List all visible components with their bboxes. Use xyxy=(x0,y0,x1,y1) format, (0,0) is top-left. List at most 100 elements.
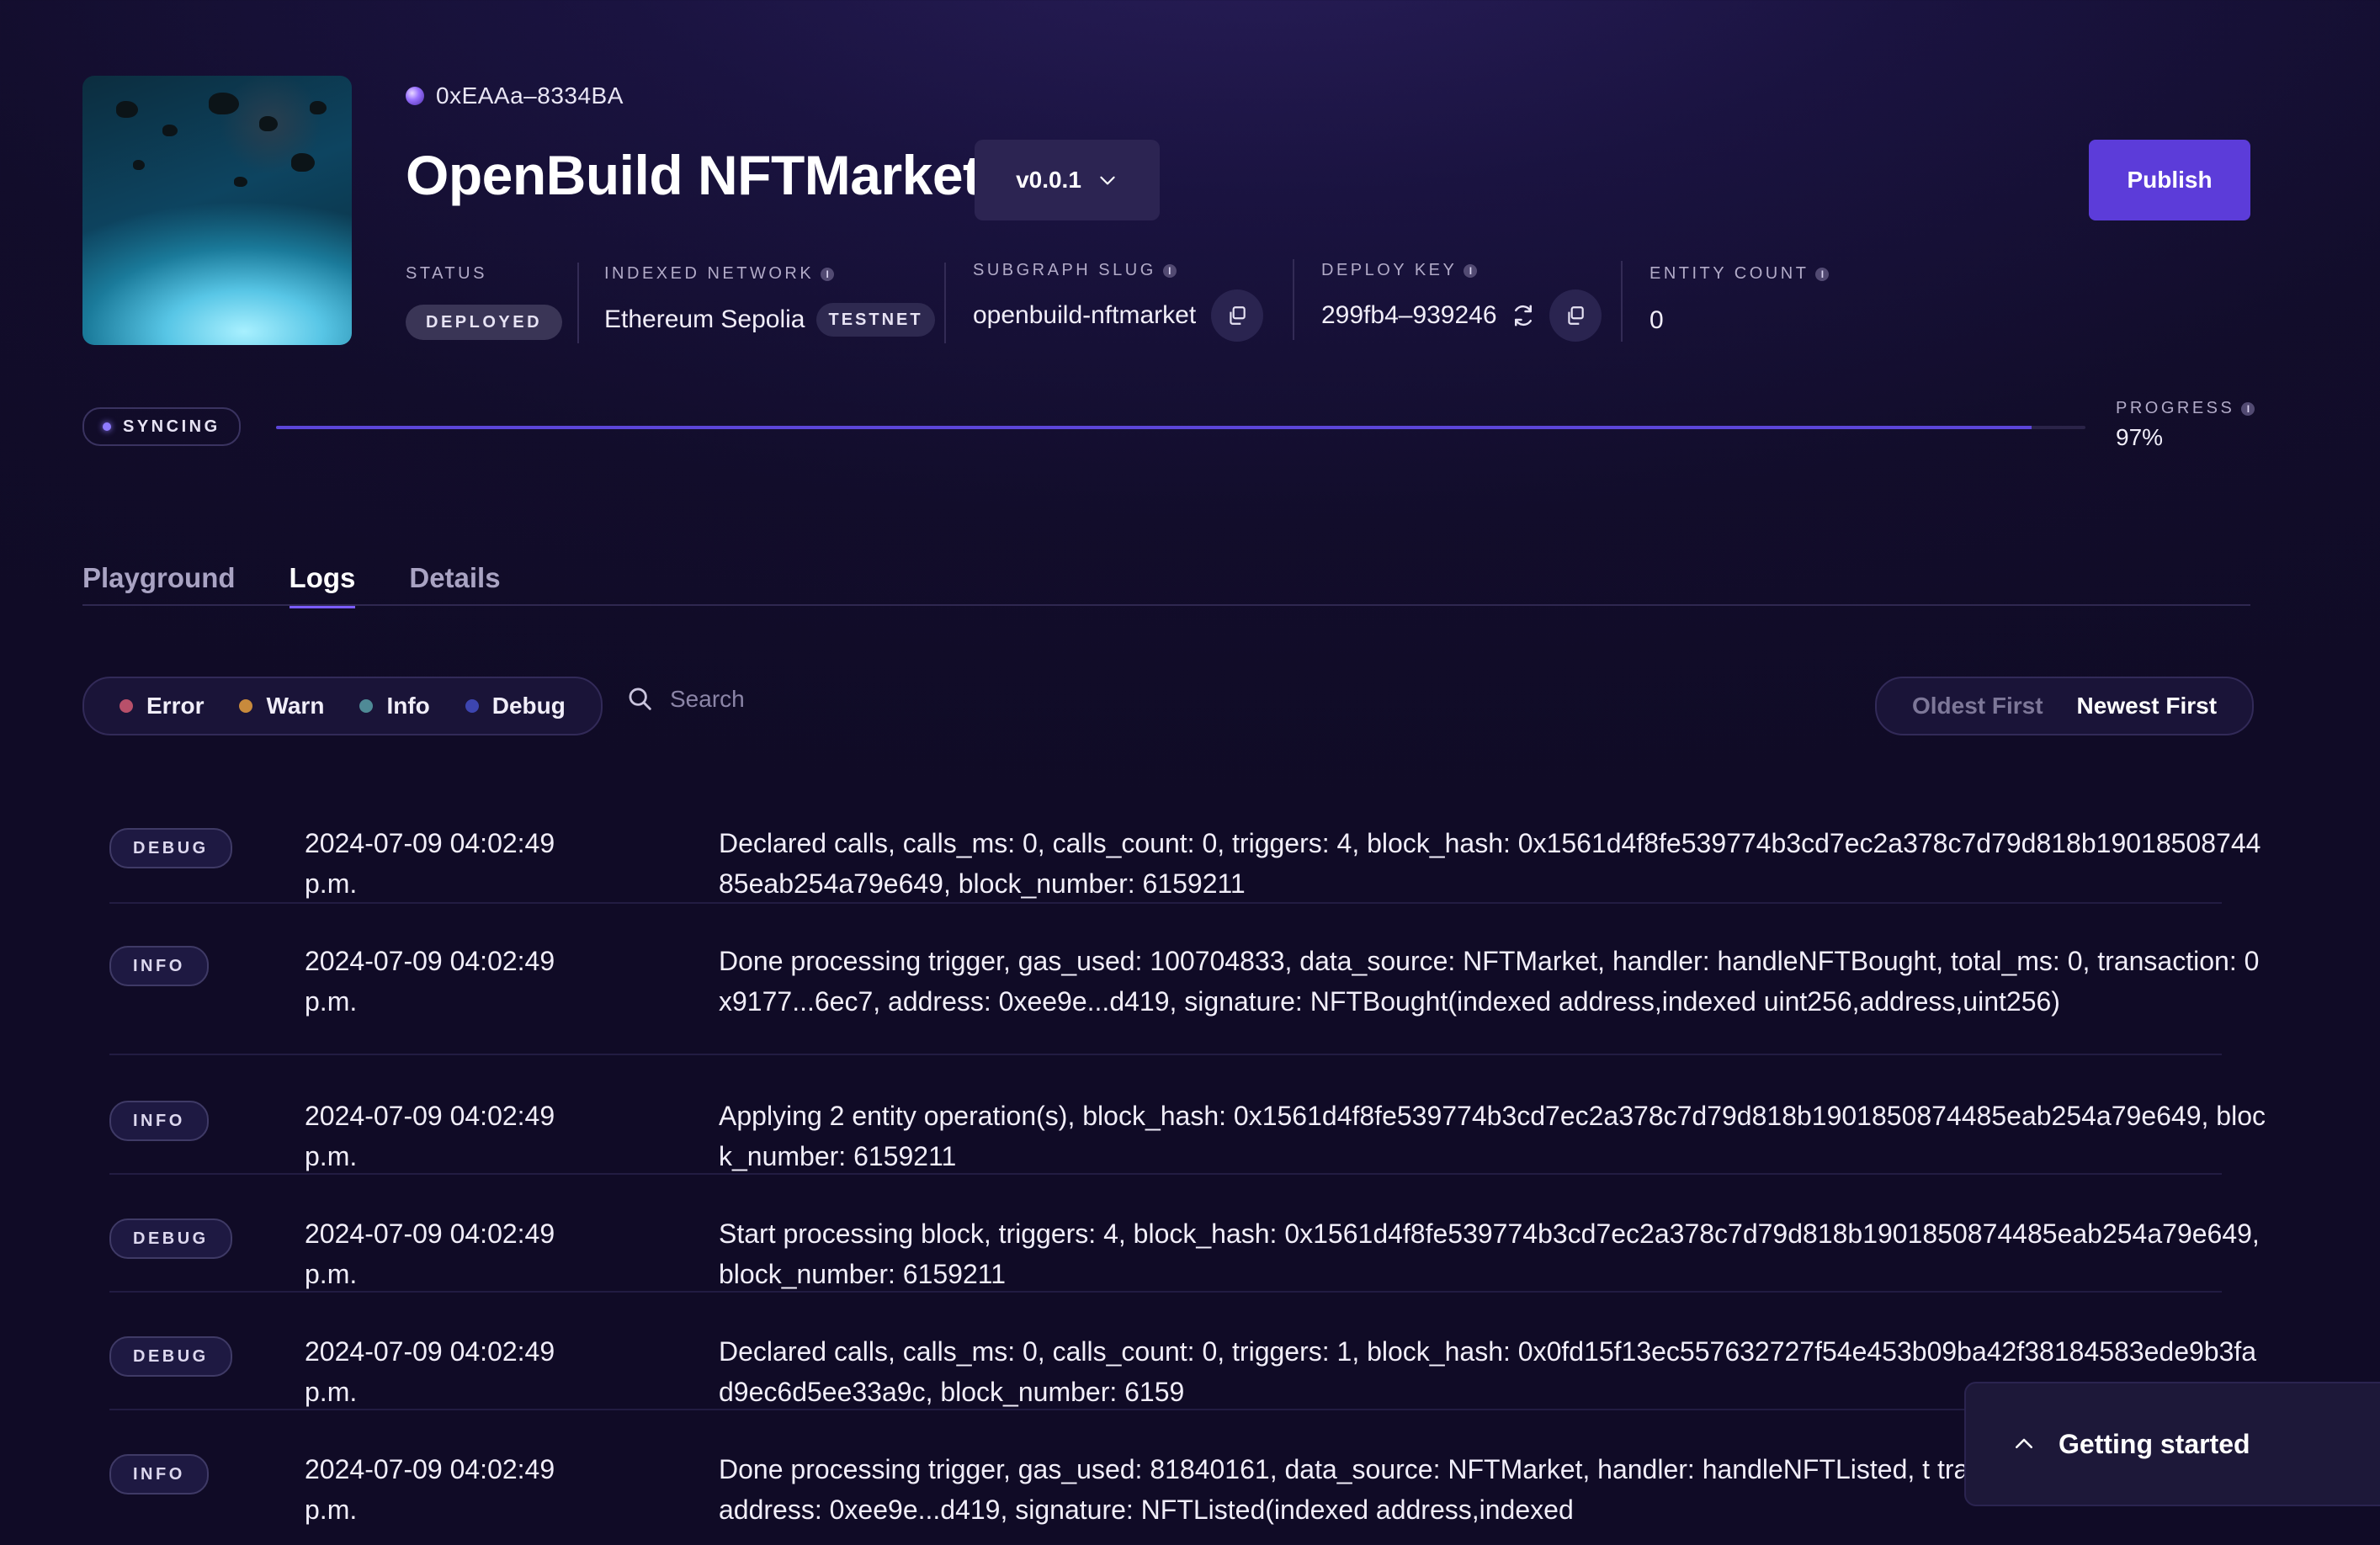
log-time-line1: 2024-07-09 04:02:49 xyxy=(305,828,555,858)
page-title: OpenBuild NFTMarket xyxy=(406,144,981,206)
log-message: Done processing trigger, gas_used: 10070… xyxy=(719,946,2260,1017)
divider xyxy=(1293,259,1294,340)
sort-oldest-first[interactable]: Oldest First xyxy=(1912,693,2043,719)
chevron-down-icon xyxy=(1100,176,1115,185)
copy-icon xyxy=(1230,306,1246,325)
subgraph-slug-label: SUBGRAPH SLUG i xyxy=(973,261,1177,280)
row-divider xyxy=(109,902,2222,904)
row-divider xyxy=(109,1409,2222,1410)
deploy-key-label-text: DEPLOY KEY xyxy=(1321,261,1458,279)
log-message: Declared calls, calls_ms: 0, calls_count… xyxy=(719,828,2261,899)
log-time-line1: 2024-07-09 04:02:49 xyxy=(305,1218,555,1249)
row-divider xyxy=(109,1173,2222,1175)
search-icon xyxy=(629,688,651,710)
indexed-network-label: INDEXED NETWORK i xyxy=(604,264,835,284)
deploy-key-value: 299fb4–939246 xyxy=(1321,289,1602,342)
info-icon[interactable]: i xyxy=(821,267,835,281)
log-message: Applying 2 entity operation(s), block_ha… xyxy=(719,1101,2266,1171)
log-time-line2: p.m. xyxy=(305,1259,358,1289)
log-time-line1: 2024-07-09 04:02:49 xyxy=(305,946,555,976)
version-label: v0.0.1 xyxy=(1016,167,1081,193)
progress-bar xyxy=(276,426,2085,429)
indexed-network-label-text: INDEXED NETWORK xyxy=(604,264,815,283)
syncing-text: SYNCING xyxy=(123,417,220,436)
copy-slug-button[interactable] xyxy=(1211,289,1264,342)
divider xyxy=(944,263,946,343)
search-placeholder: Search xyxy=(670,686,745,712)
info-icon[interactable]: i xyxy=(2241,401,2255,416)
tab-details[interactable]: Details xyxy=(409,562,500,608)
log-time-line1: 2024-07-09 04:02:49 xyxy=(305,1101,555,1131)
testnet-badge: TESTNET xyxy=(816,303,935,337)
filter-label: Debug xyxy=(491,693,566,719)
avatar xyxy=(406,87,424,105)
refresh-icon[interactable] xyxy=(1511,303,1536,328)
indexed-network-value: Ethereum Sepolia TESTNET xyxy=(604,303,935,337)
filter-label: Warn xyxy=(266,693,325,719)
log-timestamp: 2024-07-09 04:02:49 p.m. xyxy=(305,1096,582,1176)
info-icon[interactable]: i xyxy=(1162,263,1177,278)
info-dot-icon xyxy=(359,699,374,713)
progress-label: PROGRESS i xyxy=(2116,399,2255,418)
chevron-up-icon xyxy=(2016,1438,2032,1448)
search-input[interactable]: Search xyxy=(626,685,745,714)
progress-value: 97% xyxy=(2116,424,2164,450)
error-dot-icon xyxy=(120,699,133,713)
owner-address[interactable]: 0xEAAa–8334BA xyxy=(406,82,624,109)
filter-warn[interactable]: Warn xyxy=(239,693,324,719)
log-level-badge: INFO xyxy=(109,946,209,986)
log-level-badge: INFO xyxy=(109,1454,209,1495)
log-time-line2: p.m. xyxy=(305,1495,358,1525)
log-time-line2: p.m. xyxy=(305,1377,358,1407)
log-timestamp: 2024-07-09 04:02:49 p.m. xyxy=(305,1331,582,1412)
filter-info[interactable]: Info xyxy=(359,693,430,719)
progress-label-text: PROGRESS xyxy=(2116,399,2235,417)
subgraph-slug-value: openbuild-nftmarket xyxy=(973,289,1264,342)
log-time-line1: 2024-07-09 04:02:49 xyxy=(305,1336,555,1367)
log-level-badge: DEBUG xyxy=(109,1336,232,1377)
status-label-text: STATUS xyxy=(406,264,487,283)
deploy-key-text: 299fb4–939246 xyxy=(1321,301,1497,329)
log-timestamp: 2024-07-09 04:02:49 p.m. xyxy=(305,1449,582,1530)
log-timestamp: 2024-07-09 04:02:49 p.m. xyxy=(305,1213,582,1294)
log-message: Start processing block, triggers: 4, blo… xyxy=(719,1218,2260,1289)
tab-logs[interactable]: Logs xyxy=(289,562,356,608)
filter-error[interactable]: Error xyxy=(120,693,204,719)
info-icon[interactable]: i xyxy=(1464,263,1478,278)
sort-toggle: Oldest First Newest First xyxy=(1875,677,2254,735)
tab-playground[interactable]: Playground xyxy=(82,562,236,608)
filter-debug[interactable]: Debug xyxy=(465,693,566,719)
publish-button[interactable]: Publish xyxy=(2089,140,2250,220)
divider xyxy=(1621,261,1623,342)
warn-dot-icon xyxy=(239,699,253,713)
debug-dot-icon xyxy=(465,699,479,713)
row-divider xyxy=(109,1291,2222,1293)
info-icon[interactable]: i xyxy=(1815,267,1830,281)
status-label: STATUS xyxy=(406,264,487,284)
log-time-line2: p.m. xyxy=(305,986,358,1017)
tab-bar: Playground Logs Details xyxy=(82,562,501,608)
copy-icon xyxy=(1567,306,1584,325)
entity-count-label: ENTITY COUNT i xyxy=(1650,264,1830,284)
log-timestamp: 2024-07-09 04:02:49 p.m. xyxy=(305,941,582,1022)
slug-text: openbuild-nftmarket xyxy=(973,301,1197,329)
entity-count-value: 0 xyxy=(1650,306,1664,334)
log-time-line2: p.m. xyxy=(305,1141,358,1171)
log-level-badge: DEBUG xyxy=(109,1218,232,1259)
log-time-line1: 2024-07-09 04:02:49 xyxy=(305,1454,555,1484)
syncing-badge: SYNCING xyxy=(82,407,241,446)
log-level-badge: DEBUG xyxy=(109,828,232,868)
sort-newest-first[interactable]: Newest First xyxy=(2077,693,2218,719)
copy-deploy-key-button[interactable] xyxy=(1549,289,1602,342)
row-divider xyxy=(109,1054,2222,1055)
subgraph-thumbnail xyxy=(82,76,352,345)
filter-label: Error xyxy=(146,693,205,719)
status-badge: DEPLOYED xyxy=(406,305,563,340)
progress-bar-fill xyxy=(276,426,2032,429)
log-time-line2: p.m. xyxy=(305,868,358,899)
network-name: Ethereum Sepolia xyxy=(604,305,805,333)
getting-started-button[interactable]: Getting started xyxy=(1964,1382,2380,1506)
log-timestamp: 2024-07-09 04:02:49 p.m. xyxy=(305,823,582,904)
log-level-filters: Error Warn Info Debug xyxy=(82,677,603,735)
version-select[interactable]: v0.0.1 xyxy=(975,140,1160,220)
